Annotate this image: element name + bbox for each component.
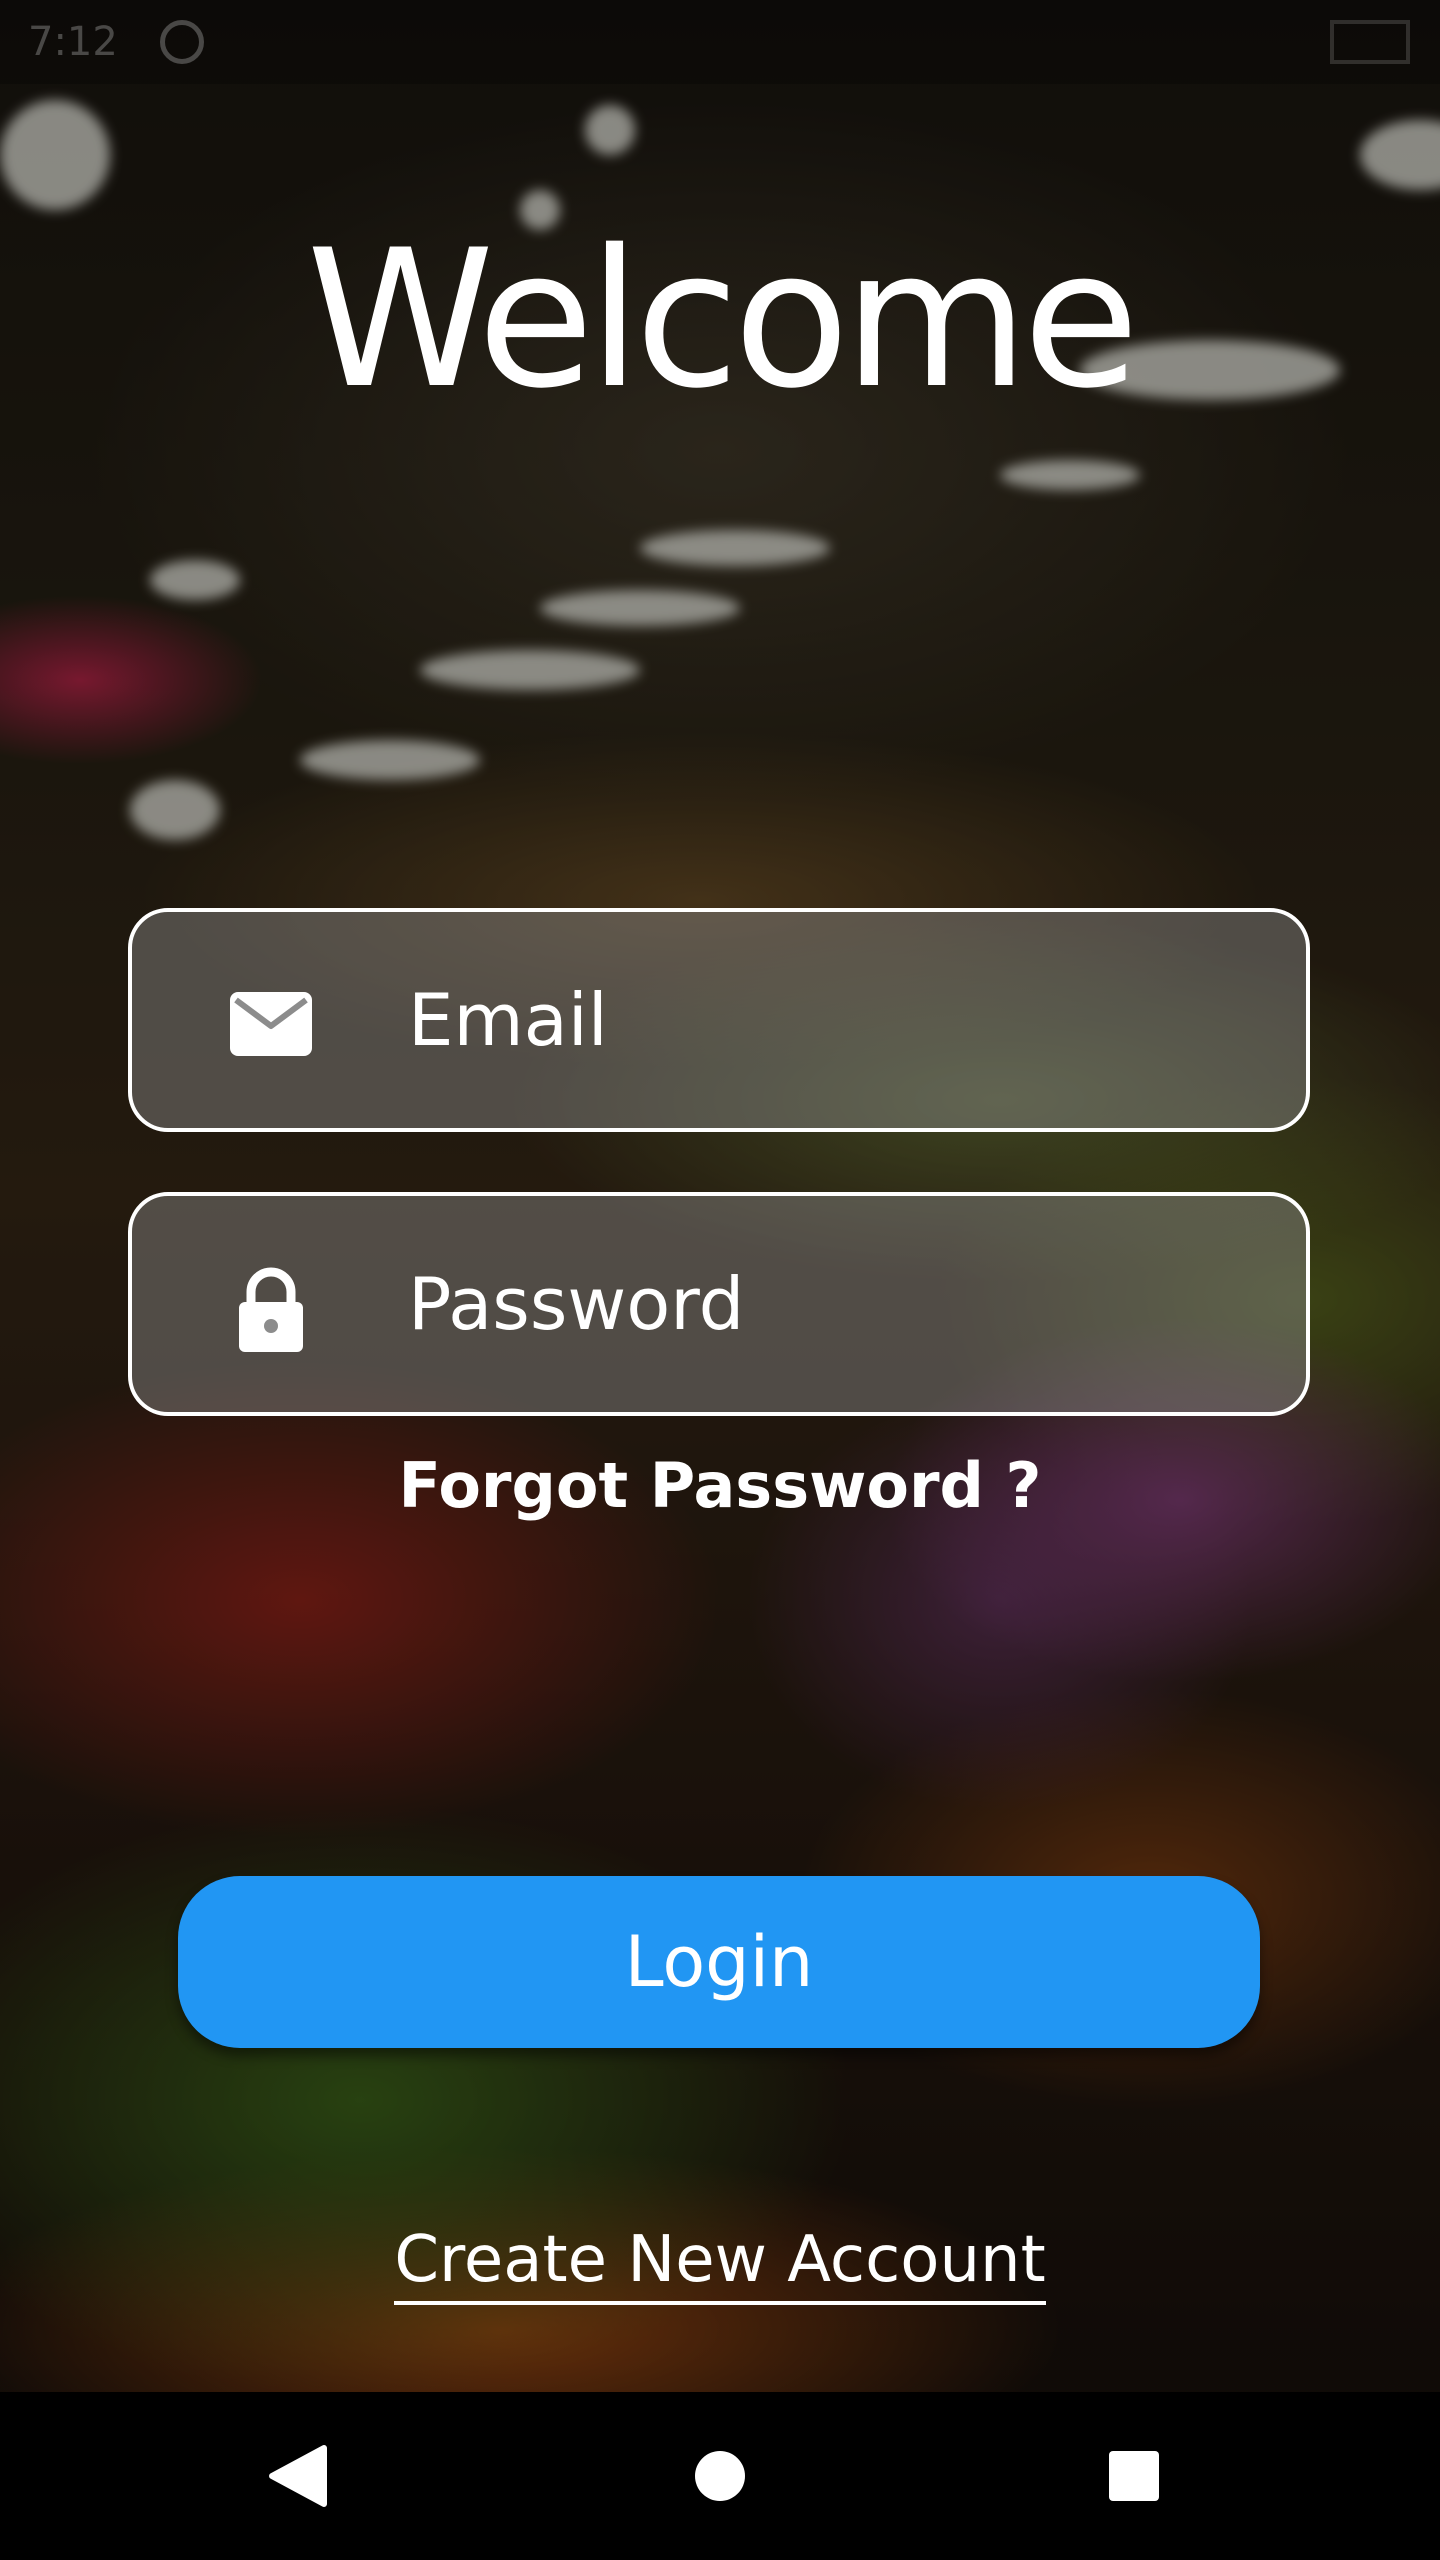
- recents-button[interactable]: [1050, 2392, 1218, 2560]
- password-placeholder: Password: [408, 1262, 745, 1346]
- login-button[interactable]: Login: [178, 1876, 1260, 2048]
- create-account-container: Create New Account: [0, 2210, 1440, 2310]
- notification-icon: [160, 20, 204, 64]
- email-placeholder: Email: [408, 978, 608, 1062]
- back-button[interactable]: [216, 2392, 384, 2560]
- forgot-password-link[interactable]: Forgot Password ?: [0, 1436, 1440, 1536]
- navigation-bar: [0, 2392, 1440, 2560]
- recents-square-icon: [1109, 2451, 1159, 2501]
- password-field[interactable]: Password: [128, 1192, 1310, 1416]
- lock-icon: [239, 1267, 303, 1352]
- login-screen: 7:12 Welcome Email Password Forgot Passw…: [0, 0, 1440, 2560]
- home-circle-icon: [695, 2451, 745, 2501]
- email-field[interactable]: Email: [128, 908, 1310, 1132]
- create-account-link[interactable]: Create New Account: [394, 2223, 1046, 2305]
- status-time: 7:12: [28, 19, 118, 65]
- home-button[interactable]: [636, 2392, 804, 2560]
- back-triangle-icon: [269, 2445, 327, 2507]
- envelope-icon: [230, 992, 312, 1056]
- status-bar: 7:12: [0, 0, 1440, 84]
- welcome-title: Welcome: [306, 209, 1139, 430]
- battery-icon: [1330, 20, 1410, 64]
